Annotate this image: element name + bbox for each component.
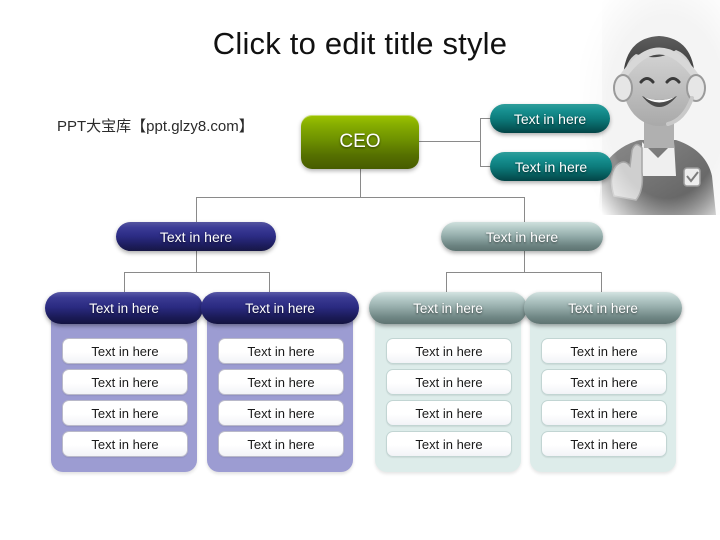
list-item-label: Text in here — [415, 436, 483, 452]
list-item-label: Text in here — [247, 405, 315, 421]
list-item[interactable]: Text in here — [218, 369, 344, 395]
connector-main-bus — [196, 197, 525, 198]
slide-canvas: Click to edit title style PPT大宝库【ppt.glz… — [0, 0, 720, 540]
node-staff-2-label: Text in here — [514, 158, 588, 175]
list-item[interactable]: Text in here — [541, 400, 667, 426]
connector-right-group-bus — [446, 272, 601, 273]
connector-left-branch-stem — [196, 250, 197, 272]
group-header-left-1-label: Text in here — [89, 300, 159, 316]
connector-staff-trunk — [480, 118, 481, 166]
connector-right-branch-down — [524, 197, 525, 225]
connector-left-group-bus — [124, 272, 269, 273]
watermark-text: PPT大宝库【ppt.glzy8.com】 — [57, 118, 254, 135]
list-item[interactable]: Text in here — [62, 431, 188, 457]
list-item[interactable]: Text in here — [218, 400, 344, 426]
list-item[interactable]: Text in here — [218, 338, 344, 364]
group-header-right-2[interactable]: Text in here — [524, 292, 682, 324]
list-item[interactable]: Text in here — [386, 400, 512, 426]
list-item-label: Text in here — [570, 343, 638, 359]
connector-left-group1-down — [124, 272, 125, 294]
group-header-left-2[interactable]: Text in here — [201, 292, 359, 324]
node-ceo-label: CEO — [339, 131, 381, 152]
group-header-right-1-label: Text in here — [413, 300, 483, 316]
connector-ceo-right — [419, 141, 480, 142]
node-branch-right-label: Text in here — [485, 228, 559, 245]
list-item[interactable]: Text in here — [62, 338, 188, 364]
list-item[interactable]: Text in here — [386, 338, 512, 364]
group-card-right-1: Text in here Text in here Text in here T… — [369, 292, 527, 472]
node-branch-left-label: Text in here — [159, 228, 233, 245]
connector-left-group2-down — [269, 272, 270, 294]
group-card-left-1: Text in here Text in here Text in here T… — [45, 292, 203, 472]
page-title: Click to edit title style — [212, 26, 508, 61]
list-item[interactable]: Text in here — [62, 369, 188, 395]
node-staff-2[interactable]: Text in here — [490, 152, 612, 181]
group-header-left-1[interactable]: Text in here — [45, 292, 203, 324]
connector-right-branch-stem — [524, 250, 525, 272]
list-item-label: Text in here — [570, 374, 638, 390]
connector-ceo-down — [360, 169, 361, 197]
node-staff-1[interactable]: Text in here — [490, 104, 610, 133]
list-item[interactable]: Text in here — [218, 431, 344, 457]
group-card-left-2: Text in here Text in here Text in here T… — [201, 292, 359, 472]
list-item-label: Text in here — [247, 436, 315, 452]
group-header-right-2-label: Text in here — [568, 300, 638, 316]
group-header-left-2-label: Text in here — [245, 300, 315, 316]
group-card-right-2: Text in here Text in here Text in here T… — [524, 292, 682, 472]
list-item[interactable]: Text in here — [62, 400, 188, 426]
list-item-label: Text in here — [247, 343, 315, 359]
list-item[interactable]: Text in here — [386, 431, 512, 457]
list-item-label: Text in here — [415, 405, 483, 421]
list-item[interactable]: Text in here — [541, 369, 667, 395]
list-item[interactable]: Text in here — [541, 431, 667, 457]
list-item-label: Text in here — [91, 374, 159, 390]
list-item-label: Text in here — [415, 343, 483, 359]
list-item-label: Text in here — [570, 436, 638, 452]
list-item-label: Text in here — [91, 436, 159, 452]
list-item-label: Text in here — [570, 405, 638, 421]
list-item[interactable]: Text in here — [386, 369, 512, 395]
connector-left-branch-down — [196, 197, 197, 225]
node-ceo[interactable]: CEO — [301, 115, 419, 169]
node-staff-1-label: Text in here — [513, 110, 587, 127]
list-item-label: Text in here — [415, 374, 483, 390]
list-item[interactable]: Text in here — [541, 338, 667, 364]
connector-right-group1-down — [446, 272, 447, 294]
list-item-label: Text in here — [91, 405, 159, 421]
connector-right-group2-down — [601, 272, 602, 294]
list-item-label: Text in here — [247, 374, 315, 390]
node-branch-left[interactable]: Text in here — [116, 222, 276, 251]
list-item-label: Text in here — [91, 343, 159, 359]
group-header-right-1[interactable]: Text in here — [369, 292, 527, 324]
node-branch-right[interactable]: Text in here — [441, 222, 603, 251]
